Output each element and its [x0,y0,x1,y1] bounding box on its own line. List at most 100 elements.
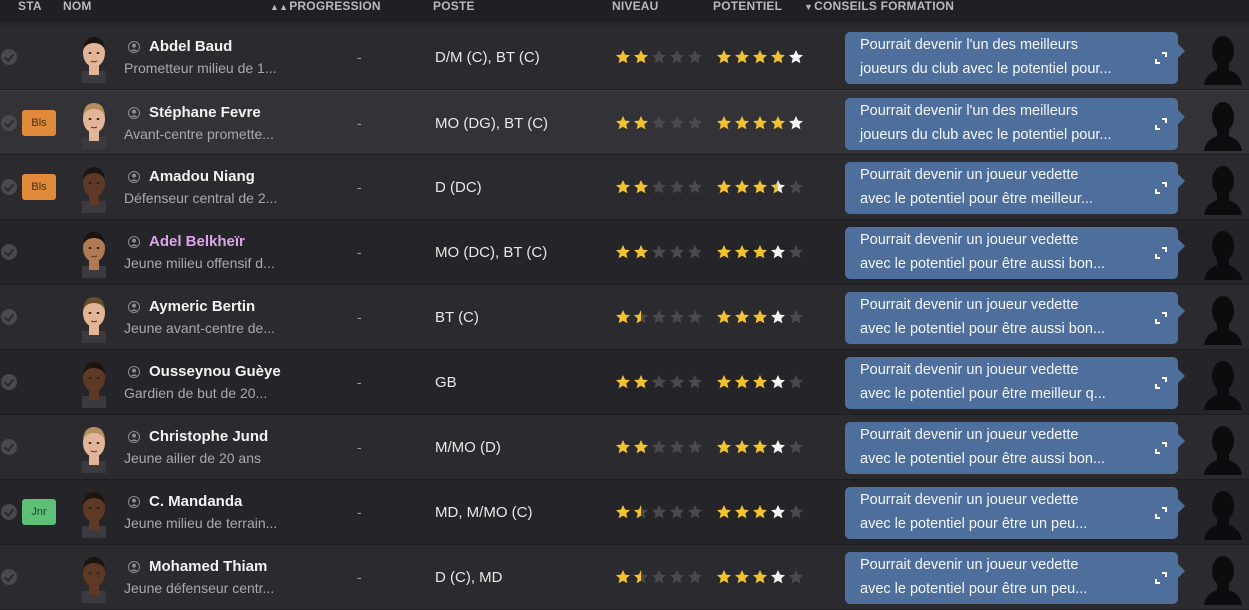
check-circle-icon[interactable] [1,179,17,195]
coach-silhouette-icon[interactable] [1198,31,1246,85]
training-advice-bubble[interactable]: Pourrait devenir un joueur vedette avec l… [845,422,1185,474]
star-icon [633,244,651,260]
player-description: Jeune milieu de terrain... [124,515,278,531]
player-name[interactable]: Adel Belkheïr [149,233,245,250]
check-circle-icon[interactable] [1,309,17,325]
star-icon [788,244,806,260]
coach-silhouette-icon[interactable] [1198,551,1246,605]
coach-silhouette-icon[interactable] [1198,291,1246,345]
column-header-conseils[interactable]: ▼CONSEILS FORMATION [804,0,954,13]
potentiel-rating [716,49,806,65]
table-row[interactable]: Ousseynou Guèye Gardien de but de 20... - G… [0,350,1249,415]
column-header-niveau[interactable]: NIVEAU [612,0,659,12]
check-circle-icon[interactable] [1,504,17,520]
check-circle-icon[interactable] [1,244,17,260]
player-face [74,421,114,473]
check-circle-icon[interactable] [1,115,17,131]
training-advice-bubble[interactable]: Pourrait devenir un joueur vedette avec l… [845,357,1185,409]
star-icon [615,309,633,325]
coach-silhouette-icon[interactable] [1198,161,1246,215]
advice-line-1: Pourrait devenir un joueur vedette [860,232,1079,248]
coach-silhouette-icon[interactable] [1198,97,1246,151]
training-advice-bubble[interactable]: Pourrait devenir l'un des meilleurs joueu… [845,32,1185,84]
coach-silhouette-icon[interactable] [1198,421,1246,475]
player-name[interactable]: Ousseynou Guèye [149,363,281,380]
table-row[interactable]: Adel Belkheïr Jeune milieu offensif d... -… [0,220,1249,285]
player-name[interactable]: Abdel Baud [149,38,232,55]
niveau-rating [615,439,705,455]
training-advice-bubble[interactable]: Pourrait devenir un joueur vedette avec l… [845,292,1185,344]
person-icon [128,560,140,573]
star-icon [651,504,669,520]
expand-icon[interactable] [1154,376,1168,390]
expand-icon[interactable] [1154,571,1168,585]
table-row[interactable]: Christophe Jund Jeune ailier de 20 ans - M/… [0,415,1249,480]
progression-value: - [357,439,362,455]
column-header-nom[interactable]: NOM [63,0,92,12]
player-name[interactable]: Amadou Niang [149,168,255,185]
table-row[interactable]: Mohamed Thiam Jeune défenseur centr... - D … [0,545,1249,610]
star-icon [669,309,687,325]
star-icon [788,504,806,520]
progression-value: - [357,49,362,65]
player-description: Jeune avant-centre de... [124,320,275,336]
star-icon [788,439,806,455]
coach-silhouette-icon[interactable] [1198,486,1246,540]
star-icon [687,244,705,260]
player-name[interactable]: Stéphane Fevre [149,104,261,121]
star-icon [716,569,734,585]
player-face [74,551,114,603]
expand-icon[interactable] [1154,51,1168,65]
check-circle-icon[interactable] [1,49,17,65]
star-icon [615,244,633,260]
expand-icon[interactable] [1154,441,1168,455]
player-name[interactable]: Christophe Jund [149,428,268,445]
star-icon [615,49,633,65]
position-value: D (C), MD [435,569,503,586]
column-header-sta[interactable]: STA [18,0,42,12]
player-name[interactable]: Aymeric Bertin [149,298,255,315]
table-row[interactable]: Abdel Baud Prometteur milieu de 1... - D/M … [0,25,1249,90]
star-icon [669,179,687,195]
training-advice-bubble[interactable]: Pourrait devenir un joueur vedette avec l… [845,227,1185,279]
expand-icon[interactable] [1154,246,1168,260]
table-row[interactable]: Aymeric Bertin Jeune avant-centre de... - B… [0,285,1249,350]
person-icon [128,365,140,378]
training-advice-bubble[interactable]: Pourrait devenir l'un des meilleurs joueu… [845,98,1185,150]
advice-line-2: avec le potentiel pour être un peu... [860,581,1088,597]
position-value: GB [435,374,457,391]
check-circle-icon[interactable] [1,569,17,585]
column-header-progression[interactable]: ▲▲PROGRESSION [270,0,381,13]
table-row[interactable]: Bls Amadou Niang Défenseur central de 2...… [0,155,1249,220]
training-advice-bubble[interactable]: Pourrait devenir un joueur vedette avec l… [845,487,1185,539]
player-name[interactable]: C. Mandanda [149,493,242,510]
player-description: Avant-centre promette... [124,126,274,142]
star-icon [770,504,788,520]
column-header-poste[interactable]: POSTE [433,0,475,12]
expand-icon[interactable] [1154,117,1168,131]
star-icon [752,569,770,585]
column-header-potentiel[interactable]: POTENTIEL [713,0,782,12]
progression-value: - [357,504,362,520]
person-icon [128,235,140,248]
star-icon [752,374,770,390]
progression-value: - [357,244,362,260]
player-name[interactable]: Mohamed Thiam [149,558,267,575]
check-circle-icon[interactable] [1,374,17,390]
expand-icon[interactable] [1154,311,1168,325]
expand-icon[interactable] [1154,506,1168,520]
advice-line-2: avec le potentiel pour être meilleur... [860,191,1093,207]
table-row[interactable]: Jnr C. Mandanda Jeune milieu de terrain...… [0,480,1249,545]
coach-silhouette-icon[interactable] [1198,356,1246,410]
progression-value: - [357,179,362,195]
expand-icon[interactable] [1154,181,1168,195]
player-description: Jeune milieu offensif d... [124,255,275,271]
star-icon [716,374,734,390]
check-circle-icon[interactable] [1,439,17,455]
table-row[interactable]: Bls Stéphane Fevre Avant-centre promette..… [0,90,1249,155]
star-icon [770,569,788,585]
coach-silhouette-icon[interactable] [1198,226,1246,280]
training-advice-bubble[interactable]: Pourrait devenir un joueur vedette avec l… [845,162,1185,214]
position-value: MO (DC), BT (C) [435,244,548,261]
training-advice-bubble[interactable]: Pourrait devenir un joueur vedette avec l… [845,552,1185,604]
